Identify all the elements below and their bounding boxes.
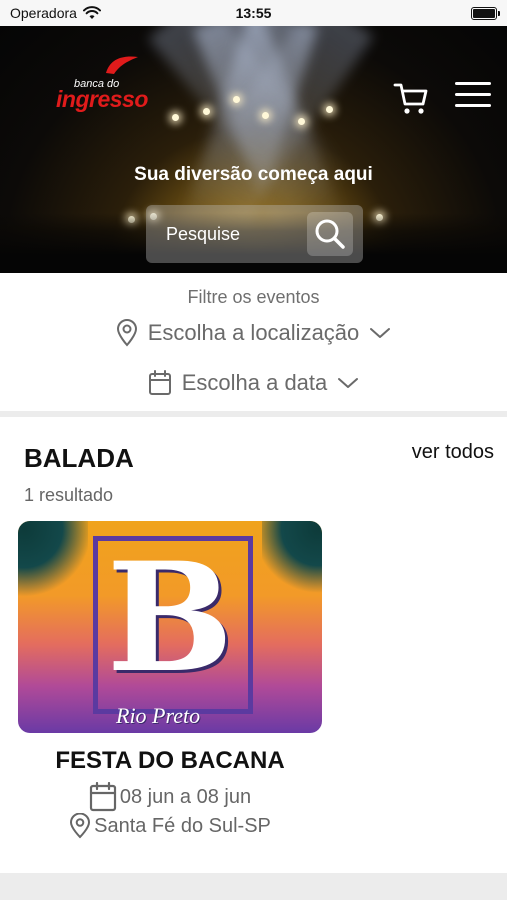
see-all-link[interactable]: ver todos — [412, 441, 494, 464]
section-title: BALADA — [24, 443, 134, 473]
logo-main-text: ingresso — [56, 86, 148, 112]
status-left: Operadora — [10, 5, 101, 21]
status-bar: Operadora 13:55 — [0, 0, 507, 26]
search-input[interactable] — [166, 223, 301, 245]
event-image[interactable]: B Rio Preto — [18, 521, 322, 733]
event-location-text: Santa Fé do Sul-SP — [94, 814, 271, 837]
cart-button[interactable] — [393, 80, 429, 116]
results-count: 1 resultado — [24, 485, 114, 505]
wifi-icon — [82, 6, 101, 19]
brand-logo[interactable]: banca do ingresso — [56, 53, 160, 115]
event-image-letter: B — [106, 530, 234, 706]
menu-line — [455, 82, 491, 85]
event-date-text: 08 jun a 08 jun — [119, 785, 252, 808]
hero-title: Sua diversão começa aqui — [134, 164, 373, 185]
category-section: BALADA ver todos 1 resultado B Rio Preto… — [0, 417, 507, 873]
chevron-down-icon — [338, 378, 359, 388]
location-filter-label: Escolha a localização — [147, 320, 360, 345]
hamburger-menu-button[interactable] — [455, 82, 491, 110]
calendar-icon — [148, 370, 171, 395]
menu-line — [455, 93, 491, 96]
filters-label: Filtre os eventos — [187, 287, 320, 307]
chevron-down-icon — [370, 328, 391, 338]
map-pin-icon — [70, 813, 91, 839]
event-image-script: Rio Preto — [116, 703, 201, 728]
event-date: 08 jun a 08 jun — [18, 782, 322, 812]
carrier-name: Operadora — [10, 5, 77, 21]
cart-icon — [393, 83, 428, 114]
bottom-bar — [0, 873, 507, 900]
map-pin-icon — [116, 319, 137, 347]
search-icon — [315, 219, 345, 249]
hero-banner: banca do ingresso Sua diversão começa aq… — [0, 26, 507, 273]
search-box — [146, 205, 363, 263]
date-filter[interactable]: Escolha a data — [0, 370, 507, 396]
menu-line — [455, 104, 491, 107]
calendar-icon — [89, 782, 116, 812]
event-card[interactable]: B Rio Preto FESTA DO BACANA 08 jun a 08 … — [18, 521, 322, 839]
filters-panel: Filtre os eventos Escolha a localização … — [0, 273, 507, 411]
event-location: Santa Fé do Sul-SP — [18, 813, 322, 839]
battery-icon — [471, 6, 500, 20]
event-name[interactable]: FESTA DO BACANA — [18, 747, 322, 775]
logo-swoosh-icon — [106, 56, 138, 74]
location-filter[interactable]: Escolha a localização — [0, 319, 507, 347]
search-button[interactable] — [307, 212, 353, 256]
date-filter-label: Escolha a data — [181, 370, 328, 395]
